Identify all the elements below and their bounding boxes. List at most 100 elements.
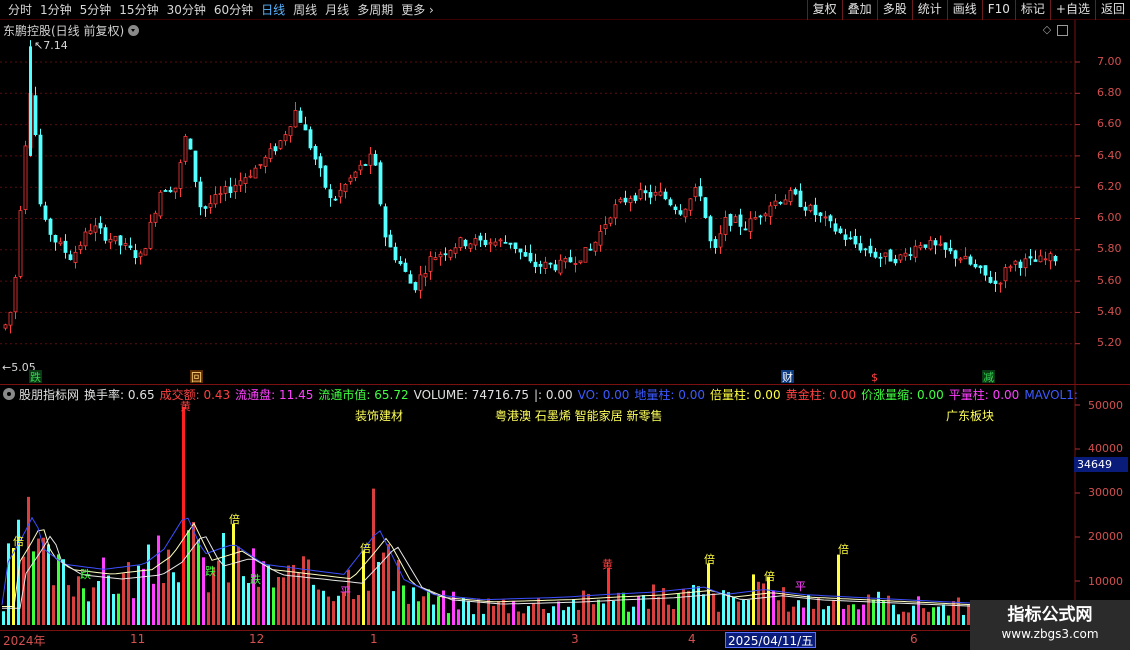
candle-body: [708, 216, 713, 242]
tab-fenshi[interactable]: 分时: [4, 0, 36, 20]
volume-bar: [92, 587, 95, 625]
volume-bar-mark: 倍: [704, 552, 715, 566]
volume-bar: [882, 600, 885, 625]
candle-body: [508, 242, 513, 245]
price-chart-pane[interactable]: ↖7.14 ←5.05 跌回财 $ 减 东鹏控股(日线 前复权) ◇ 7.00 6.80…: [0, 20, 1130, 384]
candle-body: [533, 261, 538, 268]
candle-body: [8, 311, 13, 326]
volume-bar: [767, 576, 770, 625]
volume-bar: [77, 576, 80, 625]
indicator-field: 流通盘: 11.45: [235, 387, 314, 402]
volume-bar: [37, 538, 40, 625]
volume-bar: [392, 591, 395, 625]
volume-bar: [147, 544, 150, 625]
tab-1min[interactable]: 1分钟: [36, 0, 76, 20]
volume-bar: [687, 590, 690, 625]
volume-bar: [237, 546, 240, 625]
volume-indicator-pane[interactable]: 倍倍倍倍倍倍跌跌跌平平黄黄 股朋指标网 换手率: 0.65 成交额: 0.43 流通…: [0, 385, 1130, 630]
candle-body: [88, 230, 93, 234]
candle-body: [548, 262, 553, 265]
candle-body: [198, 181, 203, 208]
volume-bar: [612, 600, 615, 625]
draw-line-button[interactable]: 画线: [946, 0, 982, 20]
volume-bar: [677, 593, 680, 625]
candle-body: [313, 146, 318, 160]
diamond-icon[interactable]: ◇: [1041, 24, 1053, 36]
candle-body: [1033, 259, 1038, 262]
event-mark: 财: [782, 370, 793, 384]
candle-body: [838, 228, 843, 234]
f10-button[interactable]: F10: [981, 0, 1015, 20]
candle-body: [448, 250, 453, 258]
volume-bar: [382, 552, 385, 625]
candle-body: [588, 248, 593, 251]
candle-body: [123, 243, 128, 246]
candle-body: [73, 251, 78, 263]
candle-body: [83, 231, 88, 247]
volume-bar: [552, 606, 555, 625]
volume-bar: [497, 601, 500, 625]
candle-body: [273, 146, 278, 152]
statistics-button[interactable]: 统计: [911, 0, 947, 20]
candle-body: [568, 257, 573, 263]
volume-bar: [87, 601, 90, 625]
candle-body: [1008, 266, 1013, 269]
multi-stock-button[interactable]: 多股: [876, 0, 912, 20]
candle-body: [758, 215, 763, 218]
volume-bar: [12, 548, 15, 625]
volume-bar: [187, 530, 190, 625]
candle-body: [103, 227, 108, 241]
candle-body: [688, 198, 693, 211]
tab-weekly[interactable]: 周线: [289, 0, 321, 20]
volume-bar: [507, 613, 510, 625]
candle-body: [438, 253, 443, 258]
volume-bar: [7, 543, 10, 625]
volume-bar: [267, 565, 270, 625]
tab-more[interactable]: 更多 ›: [397, 0, 438, 20]
price-tick: 5.40: [1097, 305, 1122, 318]
volume-bar: [657, 596, 660, 625]
restore-window-icon[interactable]: [1057, 24, 1068, 36]
mark-button[interactable]: 标记: [1014, 0, 1050, 20]
volume-bar: [417, 601, 420, 625]
event-mark: 跌: [30, 370, 41, 384]
volume-bar: [367, 590, 370, 625]
volume-bar: [482, 613, 485, 625]
candle-body: [1023, 258, 1028, 269]
candle-body: [538, 263, 543, 267]
chevron-down-icon[interactable]: [128, 24, 140, 36]
tab-30min[interactable]: 30分钟: [163, 0, 210, 20]
candle-body: [93, 225, 98, 233]
volume-bar: [907, 612, 910, 625]
volume-bar: [532, 603, 535, 625]
volume-bar: [287, 565, 290, 625]
candle-body: [138, 252, 143, 258]
tab-monthly[interactable]: 月线: [321, 0, 353, 20]
indicator-name[interactable]: 股朋指标网: [19, 386, 79, 402]
fuquan-button[interactable]: 复权: [806, 0, 842, 20]
overlay-button[interactable]: 叠加: [841, 0, 877, 20]
tab-multi-period[interactable]: 多周期: [353, 0, 397, 20]
volume-bar: [117, 593, 120, 625]
volume-bar: [962, 614, 965, 625]
candle-body: [873, 251, 878, 258]
add-watchlist-button[interactable]: +自选: [1049, 0, 1095, 20]
indicator-field: 流通市值: 65.72: [318, 387, 409, 402]
volume-bar: [137, 565, 140, 625]
volume-bar-mark: 倍: [764, 569, 775, 583]
tab-daily[interactable]: 日线: [257, 0, 289, 20]
volume-bar: [282, 577, 285, 625]
candle-body: [163, 190, 168, 192]
candlestick-chart[interactable]: ↖7.14←5.05跌回财 $ 减: [0, 20, 1130, 384]
volume-bar: [332, 601, 335, 625]
tab-15min[interactable]: 15分钟: [115, 0, 162, 20]
back-button[interactable]: 返回: [1094, 0, 1130, 20]
volume-bar: [937, 606, 940, 625]
candle-body: [193, 150, 198, 182]
volume-bar: [57, 554, 60, 625]
tab-5min[interactable]: 5分钟: [76, 0, 116, 20]
volume-bar: [67, 585, 70, 625]
tab-60min[interactable]: 60分钟: [210, 0, 257, 20]
gear-icon[interactable]: [3, 388, 15, 400]
candle-body: [483, 239, 488, 246]
